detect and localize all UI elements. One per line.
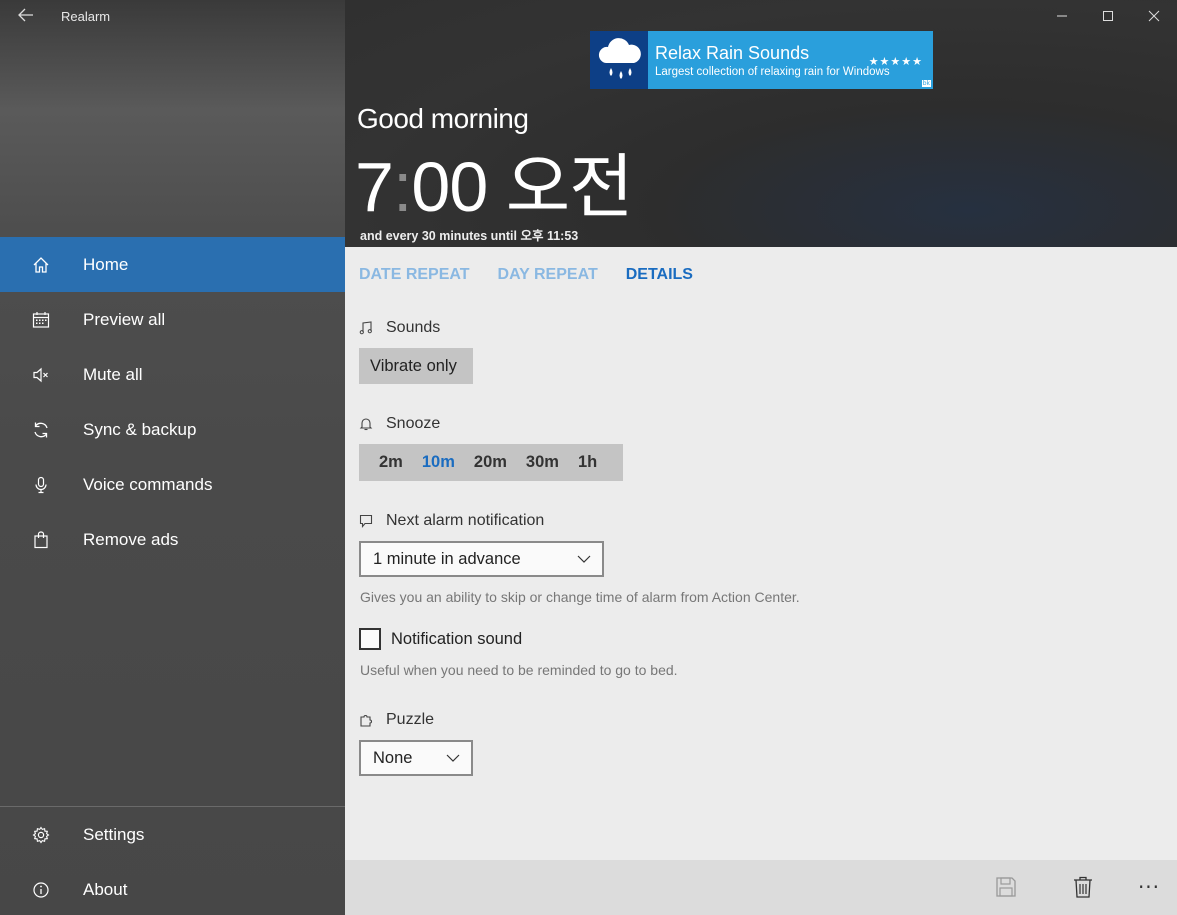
more-options-button[interactable]: ···	[1136, 874, 1162, 900]
chevron-down-icon	[445, 750, 461, 766]
ad-title: Relax Rain Sounds	[655, 43, 810, 63]
home-icon	[31, 255, 51, 275]
sidebar-item-settings[interactable]: Settings	[0, 807, 345, 862]
snooze-label: Snooze	[386, 415, 441, 432]
next-notification-dropdown[interactable]: 1 minute in advance	[359, 541, 604, 577]
snooze-selector: 2m 10m 20m 30m 1h	[359, 444, 623, 481]
shopping-bag-icon	[31, 530, 51, 550]
ad-text: Relax Rain Sounds Largest collection of …	[648, 31, 890, 89]
minimize-icon[interactable]	[1039, 0, 1085, 32]
sidebar-item-home[interactable]: Home	[0, 237, 345, 292]
puzzle-icon	[359, 713, 373, 727]
notification-sound-checkbox[interactable]	[359, 628, 381, 650]
puzzle-value: None	[373, 748, 413, 767]
window-controls	[1039, 0, 1177, 32]
sidebar-item-remove-ads[interactable]: Remove ads	[0, 512, 345, 567]
sidebar-item-label: About	[83, 879, 128, 899]
next-notification-help: Gives you an ability to skip or change t…	[360, 589, 800, 605]
greeting: Good morning	[357, 103, 529, 134]
sync-icon	[31, 420, 51, 440]
tab-day-repeat[interactable]: DAY REPEAT	[498, 266, 598, 284]
tab-bar: DATE REPEAT DAY REPEAT DETAILS	[359, 266, 693, 284]
next-notification-value: 1 minute in advance	[373, 549, 521, 568]
sidebar-item-preview-all[interactable]: Preview all	[0, 292, 345, 347]
sidebar-item-about[interactable]: About	[0, 862, 345, 915]
alarm-colon: :	[392, 148, 412, 226]
puzzle-label: Puzzle	[386, 711, 435, 728]
back-icon[interactable]	[14, 6, 38, 28]
snooze-option-2m[interactable]: 2m	[379, 453, 403, 472]
puzzle-label-row: Puzzle	[359, 711, 434, 729]
sidebar-item-label: Home	[83, 254, 129, 274]
command-bar: ···	[345, 860, 1177, 915]
snooze-label-row: Snooze	[359, 415, 440, 433]
snooze-option-1h[interactable]: 1h	[578, 453, 597, 472]
snooze-option-30m[interactable]: 30m	[526, 453, 559, 472]
sounds-label-row: Sounds	[359, 319, 440, 337]
ad-badge: bk	[921, 80, 931, 87]
chevron-down-icon	[576, 551, 592, 567]
rain-cloud-icon	[590, 31, 648, 89]
sidebar-item-mute-all[interactable]: Mute all	[0, 347, 345, 402]
music-note-icon	[359, 321, 373, 335]
sidebar-item-voice-commands[interactable]: Voice commands	[0, 457, 345, 512]
nav-list: Home Preview all Mute all Sync & backup …	[0, 237, 345, 567]
sidebar-item-label: Remove ads	[83, 529, 179, 549]
info-icon	[31, 880, 51, 900]
alarm-hour: 7	[355, 148, 394, 226]
sidebar-bottom: Settings About	[0, 806, 345, 915]
alarm-minutes: 00	[411, 148, 488, 226]
notification-sound-help: Useful when you need to be reminded to g…	[360, 662, 678, 678]
close-icon[interactable]	[1131, 0, 1177, 32]
notification-sound-row[interactable]: Notification sound	[359, 628, 522, 650]
ad-subtitle: Largest collection of relaxing rain for …	[655, 66, 890, 78]
next-notification-label: Next alarm notification	[386, 512, 545, 529]
repeat-info: and every 30 minutes until 오후 11:53	[360, 229, 579, 243]
gear-icon	[31, 825, 51, 845]
ad-banner[interactable]: Relax Rain Sounds Largest collection of …	[590, 31, 933, 89]
sidebar-item-sync-backup[interactable]: Sync & backup	[0, 402, 345, 457]
sounds-button[interactable]: Vibrate only	[359, 348, 473, 384]
tab-date-repeat[interactable]: DATE REPEAT	[359, 266, 470, 284]
alarm-header: Relax Rain Sounds Largest collection of …	[345, 0, 1177, 247]
rating-stars: ★★★★★	[868, 55, 923, 68]
app-title: Realarm	[61, 9, 111, 24]
sounds-label: Sounds	[386, 319, 441, 336]
tab-details[interactable]: DETAILS	[626, 266, 693, 284]
microphone-icon	[31, 475, 51, 495]
calendar-icon	[31, 310, 51, 330]
alarm-time[interactable]: 7:00 오전	[355, 147, 634, 227]
snooze-option-10m[interactable]: 10m	[422, 453, 455, 472]
alarm-period: 오전	[505, 148, 634, 226]
mute-icon	[31, 365, 51, 385]
sidebar-item-label: Mute all	[83, 364, 143, 384]
puzzle-dropdown[interactable]: None	[359, 740, 473, 776]
sidebar-item-label: Sync & backup	[83, 419, 197, 439]
details-panel: DATE REPEAT DAY REPEAT DETAILS Sounds Vi…	[345, 247, 1177, 860]
save-icon[interactable]	[993, 874, 1019, 900]
sidebar-item-label: Voice commands	[83, 474, 213, 494]
message-icon	[359, 514, 373, 528]
maximize-icon[interactable]	[1085, 0, 1131, 32]
notification-sound-label: Notification sound	[391, 629, 523, 648]
next-notification-label-row: Next alarm notification	[359, 512, 544, 530]
bell-icon	[359, 417, 373, 431]
sidebar: Realarm Home Preview all Mute all Sync &…	[0, 0, 345, 915]
sidebar-item-label: Settings	[83, 824, 145, 844]
snooze-option-20m[interactable]: 20m	[474, 453, 507, 472]
sidebar-item-label: Preview all	[83, 309, 166, 329]
trash-icon[interactable]	[1070, 874, 1096, 900]
